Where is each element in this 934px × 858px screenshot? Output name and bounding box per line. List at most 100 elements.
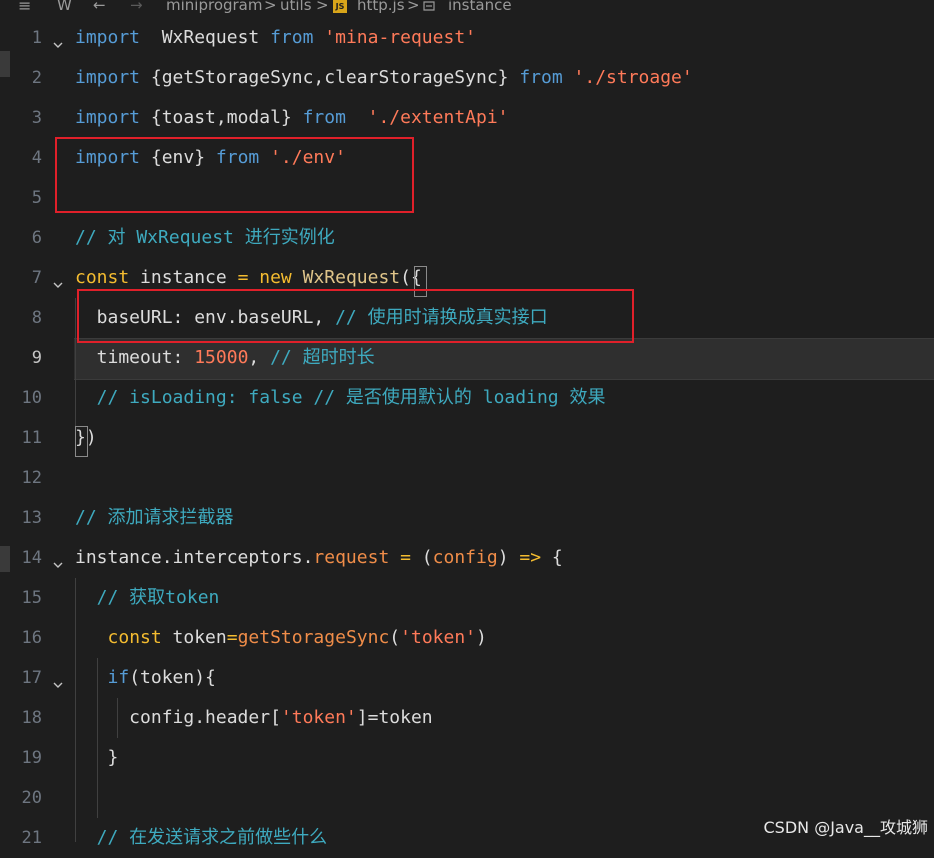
code-line[interactable]: 20	[0, 778, 934, 818]
code-text: const token=getStorageSync('token')	[75, 618, 487, 658]
bookmark-icon[interactable]: W	[57, 0, 72, 14]
line-number: 16	[21, 628, 42, 648]
line-number: 6	[31, 228, 42, 248]
fold-chevron-icon[interactable]	[52, 546, 64, 568]
code-line[interactable]: 19 }	[0, 738, 934, 778]
line-number: 9	[31, 348, 42, 368]
code-line[interactable]: 2 import {getStorageSync,clearStorageSync…	[0, 58, 934, 98]
code-token: // 对 WxRequest 进行实例化	[75, 227, 335, 248]
menu-icon[interactable]: ≡	[18, 0, 31, 15]
code-text: // 对 WxRequest 进行实例化	[75, 218, 335, 258]
breadcrumb-separator: >	[316, 0, 329, 14]
code-token: config.header[	[75, 707, 281, 728]
code-line[interactable]: 14 instance.interceptors.request = (confi…	[0, 538, 934, 578]
fold-chevron-icon[interactable]	[52, 666, 64, 688]
code-token: {getStorageSync,clearStorageSync}	[140, 67, 520, 88]
code-token: )	[476, 627, 487, 648]
code-line[interactable]: 12	[0, 458, 934, 498]
code-text: instance.interceptors.request = (config)…	[75, 538, 563, 578]
code-line[interactable]: 1 import WxRequest from 'mina-request'	[0, 18, 934, 58]
code-text: // 在发送请求之前做些什么	[75, 818, 328, 858]
code-text: import WxRequest from 'mina-request'	[75, 18, 476, 58]
code-token: WxRequest	[302, 267, 401, 288]
code-token: config	[432, 547, 498, 568]
line-number: 14	[21, 548, 42, 568]
code-token: new	[259, 267, 292, 288]
code-text: if(token){	[75, 658, 216, 698]
code-text: import {getStorageSync,clearStorageSync}…	[75, 58, 693, 98]
code-line[interactable]: 11})	[0, 418, 934, 458]
js-file-icon: JS	[333, 0, 347, 13]
line-number: 20	[21, 788, 42, 808]
breadcrumb-segment-symbol[interactable]: instance	[448, 0, 512, 14]
line-number: 13	[21, 508, 42, 528]
breadcrumb-segment-file[interactable]: http.js	[357, 0, 405, 14]
forward-arrow-icon[interactable]: →	[130, 0, 143, 14]
code-token: (	[410, 547, 433, 568]
code-token: instance.interceptors.	[75, 547, 314, 568]
code-token: WxRequest	[140, 27, 271, 48]
code-line[interactable]: 18 config.header['token']=token	[0, 698, 934, 738]
code-line[interactable]: 13 // 添加请求拦截器	[0, 498, 934, 538]
code-token: // 超时时长	[270, 347, 375, 368]
annotation-box-import-env	[55, 137, 414, 213]
code-token: // 在发送请求之前做些什么	[75, 827, 328, 848]
code-token: // isLoading: false // 是否使用默认的 loading 效…	[75, 387, 606, 408]
code-line[interactable]: 17 if(token){	[0, 658, 934, 698]
code-text: config.header['token']=token	[75, 698, 432, 738]
code-token: // 获取token	[75, 587, 220, 608]
symbol-icon	[422, 0, 436, 14]
code-line[interactable]: 3 import {toast,modal} from './extentApi'	[0, 98, 934, 138]
code-text: import {toast,modal} from './extentApi'	[75, 98, 509, 138]
code-token: =>	[519, 547, 542, 568]
line-number: 1	[31, 28, 42, 48]
code-token: from	[270, 27, 314, 48]
code-token: instance	[129, 267, 238, 288]
code-token: const	[107, 627, 162, 648]
code-line[interactable]: 6 // 对 WxRequest 进行实例化	[0, 218, 934, 258]
back-arrow-icon[interactable]: ←	[93, 0, 106, 14]
code-token: const	[75, 267, 130, 288]
code-token: if	[107, 667, 130, 688]
code-token: (token){	[129, 667, 216, 688]
fold-chevron-icon[interactable]	[52, 26, 64, 48]
code-token: 15000	[194, 347, 249, 368]
code-token: getStorageSync	[237, 627, 390, 648]
line-number: 8	[31, 308, 42, 328]
annotation-box-baseurl	[77, 289, 634, 343]
line-number: 4	[31, 148, 42, 168]
code-token: =	[237, 267, 249, 288]
line-number: 2	[31, 68, 42, 88]
watermark: CSDN @Java__攻城狮	[763, 818, 928, 837]
code-token: './stroage'	[562, 67, 693, 88]
breadcrumb-bar: ≡ W ← → miniprogram > utils > JS http.js…	[0, 0, 934, 16]
code-token: (	[389, 627, 401, 648]
bracket-match-highlight	[75, 426, 88, 457]
fold-chevron-icon[interactable]	[52, 266, 64, 288]
line-number: 12	[21, 468, 42, 488]
line-number: 21	[21, 828, 42, 848]
code-token: import	[75, 27, 141, 48]
line-number: 3	[31, 108, 42, 128]
code-line[interactable]: 10 // isLoading: false // 是否使用默认的 loadin…	[0, 378, 934, 418]
code-token: // 添加请求拦截器	[75, 507, 234, 528]
code-token: timeout:	[75, 347, 195, 368]
code-line[interactable]: 16 const token=getStorageSync('token')	[0, 618, 934, 658]
breadcrumb-segment-utils[interactable]: utils	[280, 0, 312, 14]
code-text: // 获取token	[75, 578, 220, 618]
code-token: ,	[248, 347, 271, 368]
code-token: {toast,modal}	[140, 107, 303, 128]
code-token: =	[400, 547, 411, 568]
code-token: token	[161, 627, 227, 648]
code-line[interactable]: 15 // 获取token	[0, 578, 934, 618]
breadcrumb-segment-miniprogram[interactable]: miniprogram	[166, 0, 262, 14]
line-number: 19	[21, 748, 42, 768]
code-token: from	[519, 67, 563, 88]
code-line[interactable]: 9 timeout: 15000, // 超时时长	[0, 338, 934, 378]
line-number: 18	[21, 708, 42, 728]
code-token: request	[313, 547, 390, 568]
